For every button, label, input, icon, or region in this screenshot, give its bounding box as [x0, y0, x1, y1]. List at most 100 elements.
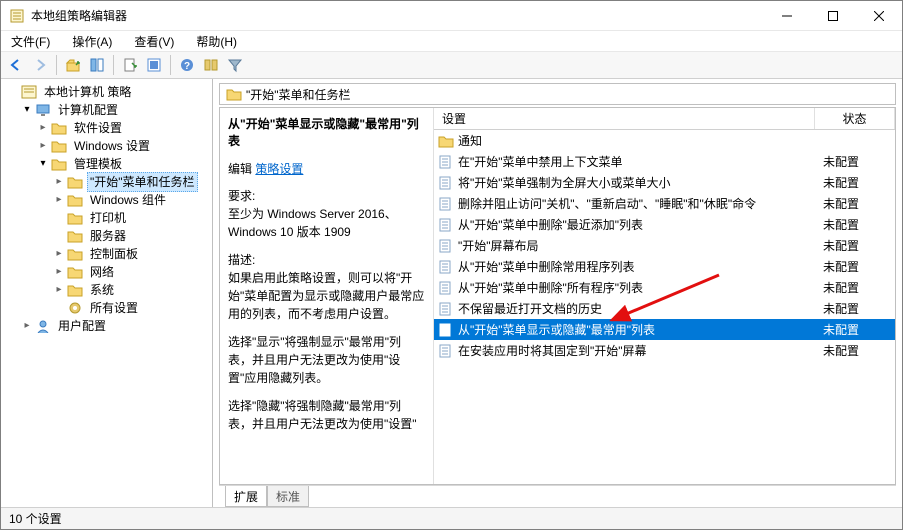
- chevron-down-icon[interactable]: ▾: [21, 101, 33, 119]
- policy-item-icon: [438, 301, 454, 317]
- filter-button[interactable]: [224, 54, 246, 76]
- list-item[interactable]: 将"开始"菜单强制为全屏大小或菜单大小未配置: [434, 172, 895, 193]
- chevron-right-icon[interactable]: ▸: [37, 137, 49, 155]
- tree-network[interactable]: ▸ 网络: [3, 263, 212, 281]
- list-group-row[interactable]: 通知: [434, 130, 895, 151]
- close-button[interactable]: [856, 1, 902, 31]
- menu-file[interactable]: 文件(F): [5, 32, 56, 51]
- path-bar: "开始"菜单和任务栏: [219, 83, 896, 105]
- menu-view[interactable]: 查看(V): [128, 32, 180, 51]
- app-window: 本地组策略编辑器 文件(F) 操作(A) 查看(V) 帮助(H): [0, 0, 903, 530]
- chevron-right-icon[interactable]: ▸: [21, 317, 33, 335]
- edit-policy-link[interactable]: 策略设置: [255, 162, 303, 176]
- forward-button[interactable]: [29, 54, 51, 76]
- tree-windows-settings[interactable]: ▸ Windows 设置: [3, 137, 212, 155]
- list-item-label: 从"开始"菜单中删除"所有程序"列表: [458, 279, 643, 296]
- chevron-down-icon[interactable]: ▾: [37, 155, 49, 173]
- tree-label: 网络: [87, 263, 117, 281]
- tree-label: 服务器: [87, 227, 129, 245]
- nav-tree[interactable]: 本地计算机 策略 ▾ 计算机配置 ▸ 软件设置 ▸: [1, 79, 213, 507]
- tab-standard[interactable]: 标准: [267, 486, 309, 507]
- list-item-state: 未配置: [815, 153, 895, 170]
- tree-software-settings[interactable]: ▸ 软件设置: [3, 119, 212, 137]
- tree-label: 管理模板: [71, 155, 125, 173]
- tree-control-panel[interactable]: ▸ 控制面板: [3, 245, 212, 263]
- help-button[interactable]: ?: [176, 54, 198, 76]
- list-rows[interactable]: 通知 在"开始"菜单中禁用上下文菜单未配置将"开始"菜单强制为全屏大小或菜单大小…: [434, 130, 895, 484]
- tree-admin-templates[interactable]: ▾ 管理模板: [3, 155, 212, 173]
- list-item-label: "开始"屏幕布局: [458, 237, 539, 254]
- tree-label: 计算机配置: [55, 101, 121, 119]
- tree-user-config[interactable]: ▸ 用户配置: [3, 317, 212, 335]
- menu-help[interactable]: 帮助(H): [190, 32, 243, 51]
- policy-item-icon: [438, 343, 454, 359]
- list-item[interactable]: 从"开始"菜单中删除常用程序列表未配置: [434, 256, 895, 277]
- list-item-label: 从"开始"菜单中删除"最近添加"列表: [458, 216, 643, 233]
- list-item-label: 从"开始"菜单显示或隐藏"最常用"列表: [458, 321, 655, 338]
- list-item[interactable]: 删除并阻止访问"关机"、"重新启动"、"睡眠"和"休眠"命令未配置: [434, 193, 895, 214]
- detail-pane: 从"开始"菜单显示或隐藏"最常用"列表 编辑 策略设置 要求: 至少为 Wind…: [220, 108, 434, 484]
- policy-icon: [21, 85, 37, 99]
- tree-system[interactable]: ▸ 系统: [3, 281, 212, 299]
- properties-button[interactable]: [200, 54, 222, 76]
- back-button[interactable]: [5, 54, 27, 76]
- tab-extended[interactable]: 扩展: [225, 486, 267, 507]
- toolbar: ?: [1, 51, 902, 79]
- tree-computer-config[interactable]: ▾ 计算机配置: [3, 101, 212, 119]
- right-body: 从"开始"菜单显示或隐藏"最常用"列表 编辑 策略设置 要求: 至少为 Wind…: [219, 107, 896, 485]
- folder-icon: [67, 193, 83, 207]
- computer-icon: [35, 103, 51, 117]
- list-item[interactable]: 在"开始"菜单中禁用上下文菜单未配置: [434, 151, 895, 172]
- tree-printers[interactable]: 打印机: [3, 209, 212, 227]
- up-button[interactable]: [62, 54, 84, 76]
- list-item[interactable]: 从"开始"菜单显示或隐藏"最常用"列表未配置: [434, 319, 895, 340]
- description-p3: 选择"隐藏"将强制隐藏"最常用"列表，并且用户无法更改为使用"设置": [228, 397, 425, 433]
- list-item[interactable]: "开始"屏幕布局未配置: [434, 235, 895, 256]
- folder-icon: [51, 121, 67, 135]
- column-state[interactable]: 状态: [815, 108, 895, 129]
- tree-label: "开始"菜单和任务栏: [87, 172, 198, 192]
- chevron-right-icon[interactable]: ▸: [53, 281, 65, 299]
- list-item-label: 不保留最近打开文档的历史: [458, 300, 602, 317]
- tree-start-taskbar[interactable]: ▸ "开始"菜单和任务栏: [3, 173, 212, 191]
- window-buttons: [764, 1, 902, 31]
- chevron-right-icon[interactable]: ▸: [53, 245, 65, 263]
- refresh-button[interactable]: [143, 54, 165, 76]
- export-button[interactable]: [119, 54, 141, 76]
- list-item[interactable]: 从"开始"菜单中删除"所有程序"列表未配置: [434, 277, 895, 298]
- chevron-right-icon[interactable]: ▸: [53, 263, 65, 281]
- maximize-button[interactable]: [810, 1, 856, 31]
- description-label: 描述:: [228, 251, 425, 269]
- column-setting[interactable]: 设置: [434, 108, 815, 129]
- chevron-right-icon[interactable]: ▸: [53, 173, 65, 191]
- tree-all-settings[interactable]: 所有设置: [3, 299, 212, 317]
- show-hide-tree-button[interactable]: [86, 54, 108, 76]
- folder-icon: [67, 229, 83, 243]
- list-header: 设置 状态: [434, 108, 895, 130]
- tree-windows-components[interactable]: ▸ Windows 组件: [3, 191, 212, 209]
- minimize-button[interactable]: [764, 1, 810, 31]
- chevron-right-icon[interactable]: ▸: [53, 191, 65, 209]
- requirements-text: 至少为 Windows Server 2016、Windows 10 版本 19…: [228, 205, 425, 241]
- body: 本地计算机 策略 ▾ 计算机配置 ▸ 软件设置 ▸: [1, 79, 902, 507]
- folder-icon: [67, 247, 83, 261]
- tree-server[interactable]: 服务器: [3, 227, 212, 245]
- status-bar: 10 个设置: [1, 507, 902, 529]
- list-item[interactable]: 从"开始"菜单中删除"最近添加"列表未配置: [434, 214, 895, 235]
- folder-icon: [67, 283, 83, 297]
- chevron-right-icon[interactable]: ▸: [37, 119, 49, 137]
- menu-action[interactable]: 操作(A): [66, 32, 118, 51]
- tree-label: 系统: [87, 281, 117, 299]
- detail-title: 从"开始"菜单显示或隐藏"最常用"列表: [228, 116, 425, 150]
- tree-label: 用户配置: [55, 317, 109, 335]
- folder-icon: [67, 265, 83, 279]
- requirements-label: 要求:: [228, 187, 425, 205]
- list-item[interactable]: 在安装应用时将其固定到"开始"屏幕未配置: [434, 340, 895, 361]
- tree-label: 所有设置: [87, 299, 141, 317]
- user-icon: [35, 319, 51, 333]
- tree-root[interactable]: 本地计算机 策略: [3, 83, 212, 101]
- toolbar-separator: [113, 55, 114, 75]
- settings-icon: [67, 301, 83, 315]
- tree-label: 打印机: [87, 209, 129, 227]
- list-item[interactable]: 不保留最近打开文档的历史未配置: [434, 298, 895, 319]
